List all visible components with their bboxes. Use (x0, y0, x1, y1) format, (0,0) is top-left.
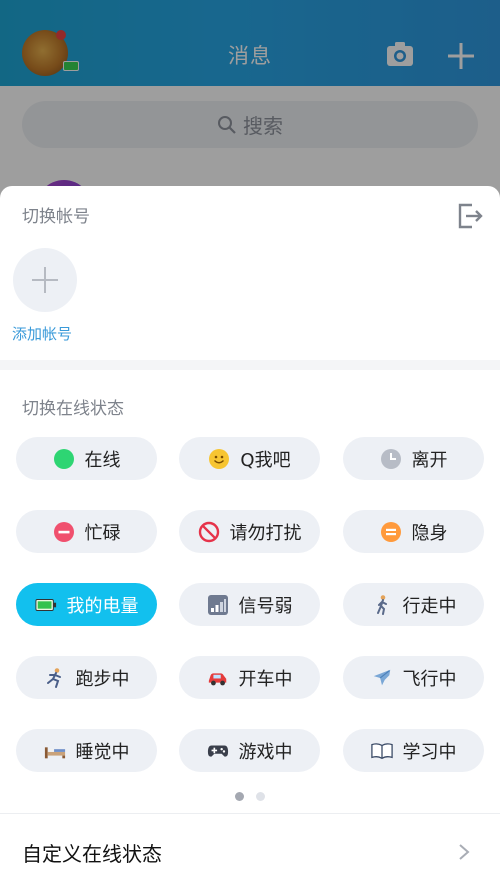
status-pill[interactable]: 请勿打扰 (179, 510, 320, 553)
page-indicator (0, 792, 500, 801)
status-pill[interactable]: 飞行中 (343, 656, 484, 699)
status-pill[interactable]: Q我吧 (179, 437, 320, 480)
chevron-right-icon[interactable] (458, 843, 470, 861)
orange-equals-icon (380, 521, 402, 543)
smiley-icon (208, 448, 230, 470)
status-pill[interactable]: 学习中 (343, 729, 484, 772)
page-dot-active (235, 792, 244, 801)
red-minus-icon (53, 521, 75, 543)
status-label: 信号弱 (238, 595, 293, 617)
status-label: 行走中 (402, 595, 457, 617)
switch-status-title: 切换在线状态 (22, 399, 124, 419)
status-label: 飞行中 (402, 668, 457, 690)
bed-icon (44, 740, 66, 762)
status-label: 隐身 (411, 522, 448, 544)
status-label: 开车中 (238, 668, 293, 690)
status-label: 我的电量 (66, 595, 139, 617)
status-pill[interactable]: 游戏中 (179, 729, 320, 772)
book-icon (370, 740, 393, 762)
status-pill[interactable]: 信号弱 (179, 583, 320, 626)
section-divider (0, 360, 500, 370)
status-pill[interactable]: 开车中 (179, 656, 320, 699)
custom-status-item[interactable]: 自定义在线状态 (22, 838, 162, 867)
switch-account-title: 切换帐号 (22, 207, 90, 227)
status-label: 游戏中 (238, 741, 293, 763)
status-pill[interactable]: 离开 (343, 437, 484, 480)
status-label: 离开 (411, 449, 448, 471)
status-pill[interactable]: 在线 (16, 437, 157, 480)
add-account-button[interactable] (13, 248, 77, 312)
page-dot (256, 792, 265, 801)
airplane-icon (371, 667, 393, 689)
status-label: 睡觉中 (75, 741, 130, 763)
status-pill[interactable]: 行走中 (343, 583, 484, 626)
gamepad-icon (207, 740, 229, 762)
plus-icon (32, 267, 58, 293)
status-label: 忙碌 (84, 522, 121, 544)
logout-icon[interactable] (456, 202, 484, 230)
no-entry-icon (198, 521, 220, 543)
status-label: 学习中 (402, 741, 457, 763)
status-bottom-sheet: 切换帐号 添加帐号 切换在线状态 在线 Q我吧 离开忙碌 请勿打扰 隐身我的电量 信号弱 行… (0, 186, 500, 889)
status-pill[interactable]: 睡觉中 (16, 729, 157, 772)
walking-icon (371, 594, 393, 616)
green-dot-icon (53, 448, 75, 470)
status-pill[interactable]: 跑步中 (16, 656, 157, 699)
status-label: Q我吧 (240, 449, 291, 471)
divider (0, 813, 500, 814)
status-label: 请勿打扰 (229, 522, 302, 544)
running-icon (44, 667, 66, 689)
status-pill[interactable]: 隐身 (343, 510, 484, 553)
add-account-label[interactable]: 添加帐号 (12, 323, 72, 344)
status-pill[interactable]: 我的电量 (16, 583, 157, 626)
status-pill[interactable]: 忙碌 (16, 510, 157, 553)
status-label: 跑步中 (75, 668, 130, 690)
signal-icon (207, 594, 229, 616)
status-label: 在线 (84, 449, 121, 471)
clock-icon (380, 448, 402, 470)
battery-icon (34, 594, 57, 616)
car-icon (207, 667, 229, 689)
